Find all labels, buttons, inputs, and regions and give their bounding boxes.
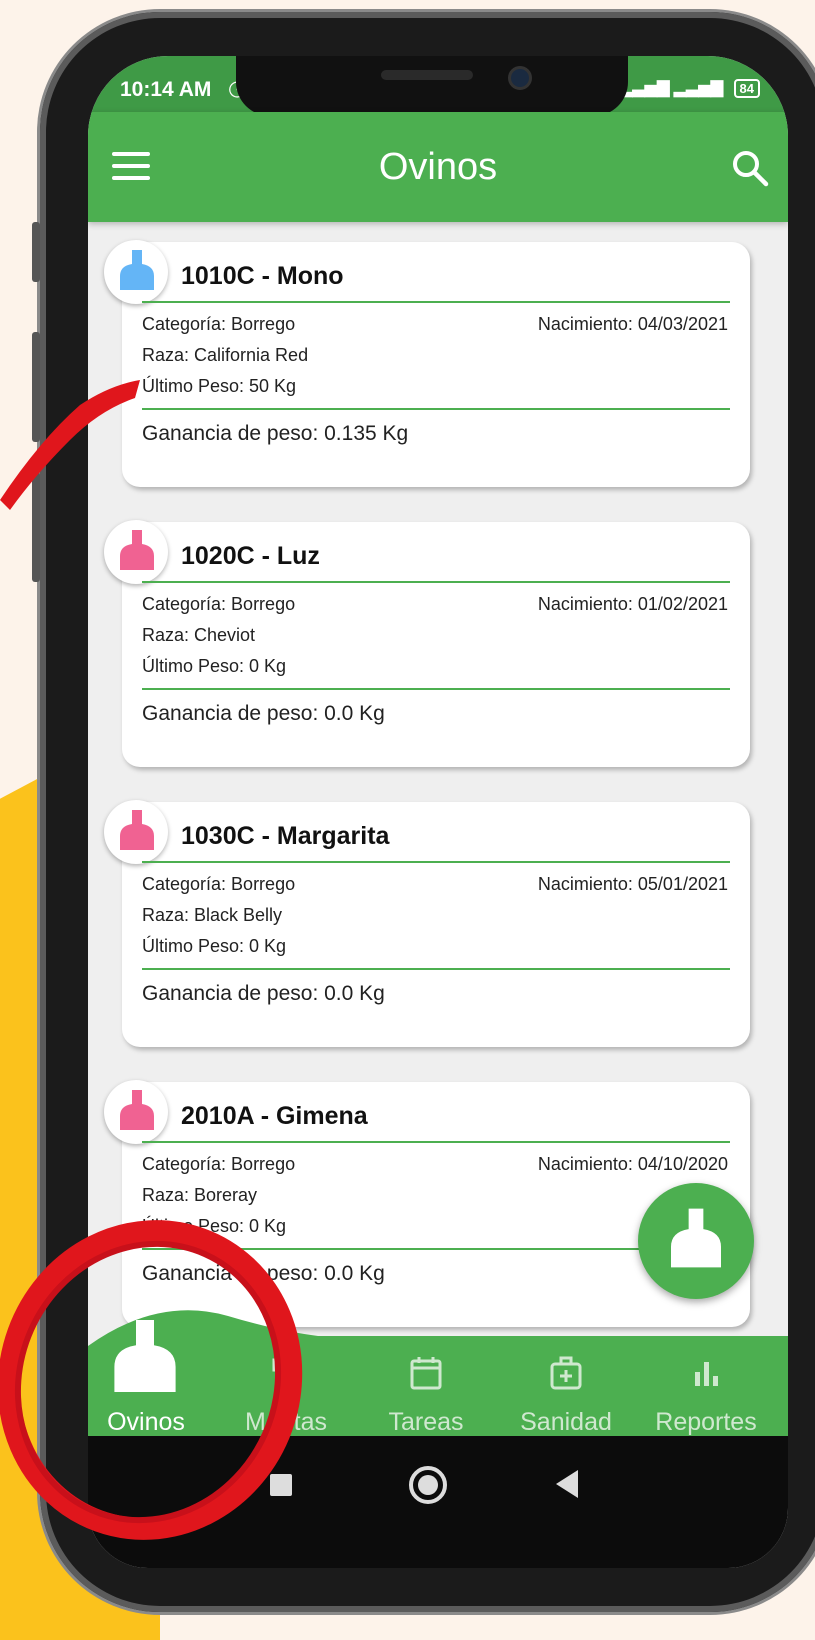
nav-item-reportes[interactable]: Reportes <box>636 1362 776 1437</box>
animal-breed: Raza: Black Belly <box>142 905 283 925</box>
nav-label: Sanidad <box>520 1408 612 1436</box>
nav-item-sanidad[interactable]: Sanidad <box>496 1356 636 1437</box>
app-bar: Ovinos <box>88 112 788 222</box>
home-button[interactable] <box>409 1466 447 1504</box>
battery-level: 84 <box>733 79 760 98</box>
animal-weight-gain: Ganancia de peso: 0.0 Kg <box>142 702 385 725</box>
ear-tag-icon <box>114 1320 176 1392</box>
medical-kit-icon <box>550 1356 582 1390</box>
card-divider <box>142 968 730 970</box>
bottom-navigation: Ovinos Montas Tareas Sanidad Reportes <box>88 1306 788 1436</box>
animal-last-weight: Último Peso: 0 Kg <box>142 936 287 956</box>
animal-title: 1020C - Luz <box>181 542 320 570</box>
nav-label: Tareas <box>388 1408 464 1436</box>
add-animal-fab[interactable] <box>638 1183 754 1299</box>
animal-category: Categoría: Borrego <box>142 314 296 334</box>
search-icon[interactable] <box>730 148 770 188</box>
card-divider <box>142 1141 730 1143</box>
ear-tag-icon <box>104 800 168 864</box>
phone-side-button <box>32 332 40 442</box>
recent-apps-button[interactable] <box>270 1474 292 1496</box>
animal-breed: Raza: Boreray <box>142 1185 258 1205</box>
ear-tag-icon <box>104 520 168 584</box>
card-divider <box>142 301 730 303</box>
animal-birth-date: Nacimiento: 04/10/2020 <box>537 1154 728 1174</box>
bar-chart-icon <box>695 1362 718 1386</box>
ear-tag-icon <box>671 1208 721 1268</box>
animal-card[interactable]: 1020C - Luz Categoría: Borrego Nacimient… <box>104 520 750 767</box>
calendar-icon <box>410 1357 442 1390</box>
nav-label: Ovinos <box>107 1408 185 1436</box>
nav-item-montas[interactable]: Montas <box>216 1358 356 1437</box>
animal-weight-gain: Ganancia de peso: 0.135 Kg <box>142 422 409 445</box>
mating-icon <box>272 1358 300 1386</box>
nav-label: Reportes <box>655 1408 757 1436</box>
phone-screen: 10:14 AM ◷ 4G ▂▃▅▇ ▂▃▅▇ 84 Ovinos 1010C … <box>88 56 788 1568</box>
animal-birth-date: Nacimiento: 01/02/2021 <box>537 594 728 614</box>
speaker-grille <box>381 70 473 80</box>
card-divider <box>142 861 730 863</box>
animal-last-weight: Último Peso: 0 Kg <box>142 656 287 676</box>
signal-bars-icon: ▂▃▅▇ <box>673 80 724 97</box>
animal-card[interactable]: 1030C - Margarita Categoría: Borrego Nac… <box>104 800 750 1047</box>
phone-side-button <box>32 472 40 582</box>
system-navigation-bar <box>88 1436 788 1568</box>
animal-weight-gain: Ganancia de peso: 0.0 Kg <box>142 1262 385 1285</box>
animal-birth-date: Nacimiento: 04/03/2021 <box>537 314 728 334</box>
animal-card[interactable]: 1010C - Mono Categoría: Borrego Nacimien… <box>104 240 750 487</box>
animal-breed: Raza: California Red <box>142 345 309 365</box>
animal-title: 1010C - Mono <box>181 262 344 290</box>
card-divider <box>142 408 730 410</box>
animal-title: 1030C - Margarita <box>181 822 390 850</box>
nav-item-tareas[interactable]: Tareas <box>356 1357 496 1437</box>
animal-category: Categoría: Borrego <box>142 1154 296 1174</box>
animal-category: Categoría: Borrego <box>142 874 296 894</box>
back-button[interactable] <box>556 1470 578 1498</box>
nav-item-ovinos[interactable]: Ovinos <box>88 1320 216 1437</box>
animal-last-weight: Último Peso: 50 Kg <box>142 376 297 396</box>
ear-tag-icon <box>104 240 168 304</box>
animal-weight-gain: Ganancia de peso: 0.0 Kg <box>142 982 385 1005</box>
phone-side-button <box>32 222 40 282</box>
card-divider <box>142 581 730 583</box>
animal-last-weight: Último Peso: 0 Kg <box>142 1216 287 1236</box>
ear-tag-icon <box>104 1080 168 1144</box>
animal-title: 2010A - Gimena <box>181 1102 368 1130</box>
status-time: 10:14 AM <box>120 78 212 101</box>
nav-label: Montas <box>245 1408 327 1436</box>
animal-category: Categoría: Borrego <box>142 594 296 614</box>
animal-breed: Raza: Cheviot <box>142 625 256 645</box>
camera-notch <box>236 56 628 116</box>
animal-list: 1010C - Mono Categoría: Borrego Nacimien… <box>88 222 788 1337</box>
card-divider <box>142 688 730 690</box>
animal-birth-date: Nacimiento: 05/01/2021 <box>537 874 728 894</box>
front-camera <box>508 66 532 90</box>
page-title: Ovinos <box>378 146 498 188</box>
